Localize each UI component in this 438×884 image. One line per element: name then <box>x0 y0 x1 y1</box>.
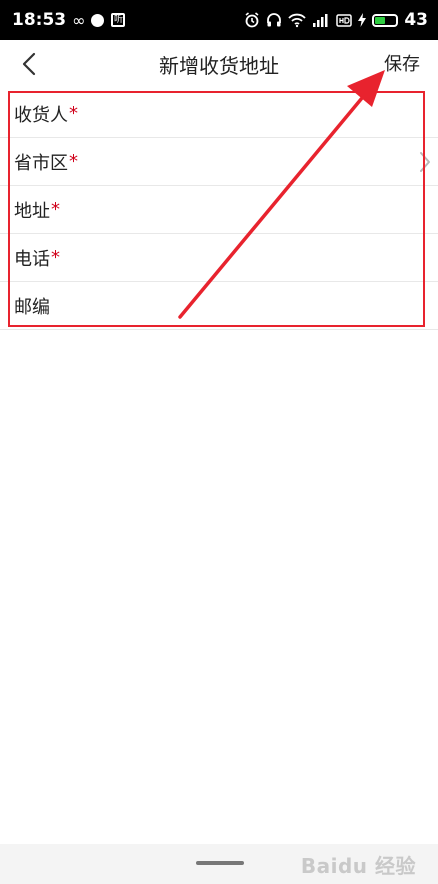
region-field[interactable]: 省市区 * <box>0 138 438 186</box>
headphones-icon <box>267 13 282 27</box>
notification-dot-icon <box>91 13 105 27</box>
save-button[interactable]: 保存 <box>384 50 420 76</box>
status-time: 18:53 <box>12 10 67 30</box>
bottom-bar: Baidu 经验 <box>0 844 438 884</box>
signal-icon <box>313 14 328 27</box>
phone-label: 电话 <box>14 248 50 270</box>
nav-bar: 新增收货地址 保存 <box>0 40 438 88</box>
alarm-icon <box>245 12 259 28</box>
postcode-label: 邮编 <box>14 296 50 318</box>
status-icons: 43 <box>244 10 428 30</box>
battery-level: 43 <box>404 10 428 30</box>
required-mark: * <box>69 103 78 124</box>
phone-field[interactable]: 电话 * <box>0 234 438 282</box>
chevron-right-icon <box>420 152 430 172</box>
recipient-field[interactable]: 收货人 * <box>0 90 438 138</box>
address-label: 地址 <box>14 200 50 222</box>
charging-icon <box>358 13 367 27</box>
required-mark: * <box>51 199 60 220</box>
watermark: Baidu 经验 <box>300 854 416 878</box>
status-bar: 18:53 ∞ 听 43 <box>0 0 438 40</box>
app-badge-icon: 听 <box>111 13 126 27</box>
wifi-icon <box>288 13 306 28</box>
region-label: 省市区 <box>14 152 68 174</box>
back-button[interactable] <box>14 48 44 80</box>
home-indicator[interactable] <box>196 861 244 865</box>
battery-icon <box>372 13 399 27</box>
address-form: 收货人 * 省市区 * 地址 * 电话 * 邮编 <box>0 90 438 330</box>
infinity-icon: ∞ <box>72 10 86 30</box>
page-title: 新增收货地址 <box>159 53 279 78</box>
required-mark: * <box>51 247 60 268</box>
address-field[interactable]: 地址 * <box>0 186 438 234</box>
hd-icon <box>336 14 353 27</box>
postcode-field[interactable]: 邮编 <box>0 282 438 330</box>
chevron-left-icon <box>22 52 36 76</box>
recipient-label: 收货人 <box>14 104 68 126</box>
required-mark: * <box>69 151 78 172</box>
